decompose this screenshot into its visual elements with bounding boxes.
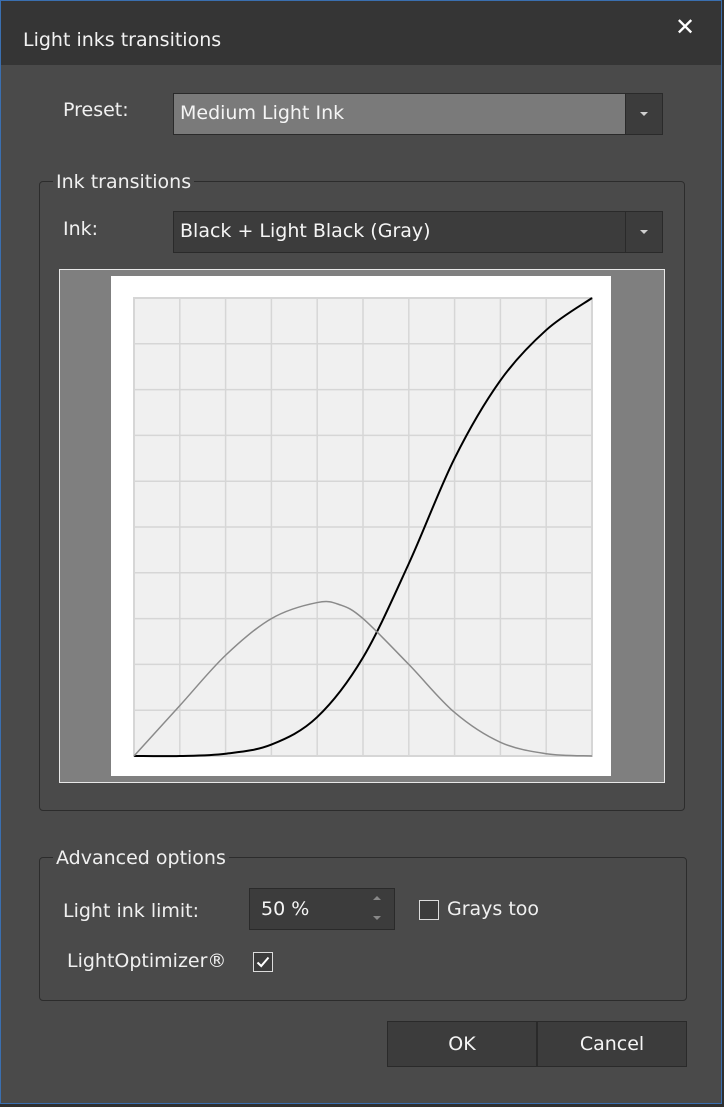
chevron-down-icon[interactable] bbox=[625, 212, 662, 252]
ink-transitions-legend: Ink transitions bbox=[53, 171, 195, 193]
preset-select[interactable]: Medium Light Ink bbox=[173, 93, 663, 135]
cancel-button[interactable]: Cancel bbox=[537, 1021, 687, 1067]
preset-label: Preset: bbox=[63, 99, 129, 121]
curve-plot-canvas[interactable] bbox=[111, 276, 611, 776]
grays-too-label: Grays too bbox=[447, 898, 540, 920]
close-button[interactable]: ✕ bbox=[665, 9, 705, 45]
ok-button[interactable]: OK bbox=[387, 1021, 537, 1067]
light-inks-transitions-dialog: Light inks transitions ✕ Preset: Medium … bbox=[0, 0, 722, 1104]
grays-too-checkbox[interactable] bbox=[419, 900, 439, 920]
light-optimizer-label: LightOptimizer® bbox=[67, 950, 227, 972]
ink-value: Black + Light Black (Gray) bbox=[180, 220, 431, 242]
stepper-down-icon[interactable] bbox=[362, 909, 394, 929]
stepper-up-icon[interactable] bbox=[362, 889, 394, 909]
ink-label: Ink: bbox=[63, 218, 99, 240]
light-ink-limit-label: Light ink limit: bbox=[63, 900, 200, 922]
chevron-down-icon[interactable] bbox=[625, 94, 662, 134]
light-optimizer-checkbox[interactable] bbox=[253, 952, 273, 972]
light-ink-limit-value: 50 % bbox=[261, 898, 310, 920]
preset-value: Medium Light Ink bbox=[180, 102, 345, 124]
ink-select[interactable]: Black + Light Black (Gray) bbox=[173, 211, 663, 253]
checkmark-icon bbox=[256, 956, 270, 968]
advanced-options-legend: Advanced options bbox=[53, 847, 229, 869]
title-bar[interactable]: Light inks transitions ✕ bbox=[1, 1, 721, 65]
window-title: Light inks transitions bbox=[23, 29, 222, 51]
light-ink-limit-stepper[interactable]: 50 % bbox=[249, 888, 395, 930]
